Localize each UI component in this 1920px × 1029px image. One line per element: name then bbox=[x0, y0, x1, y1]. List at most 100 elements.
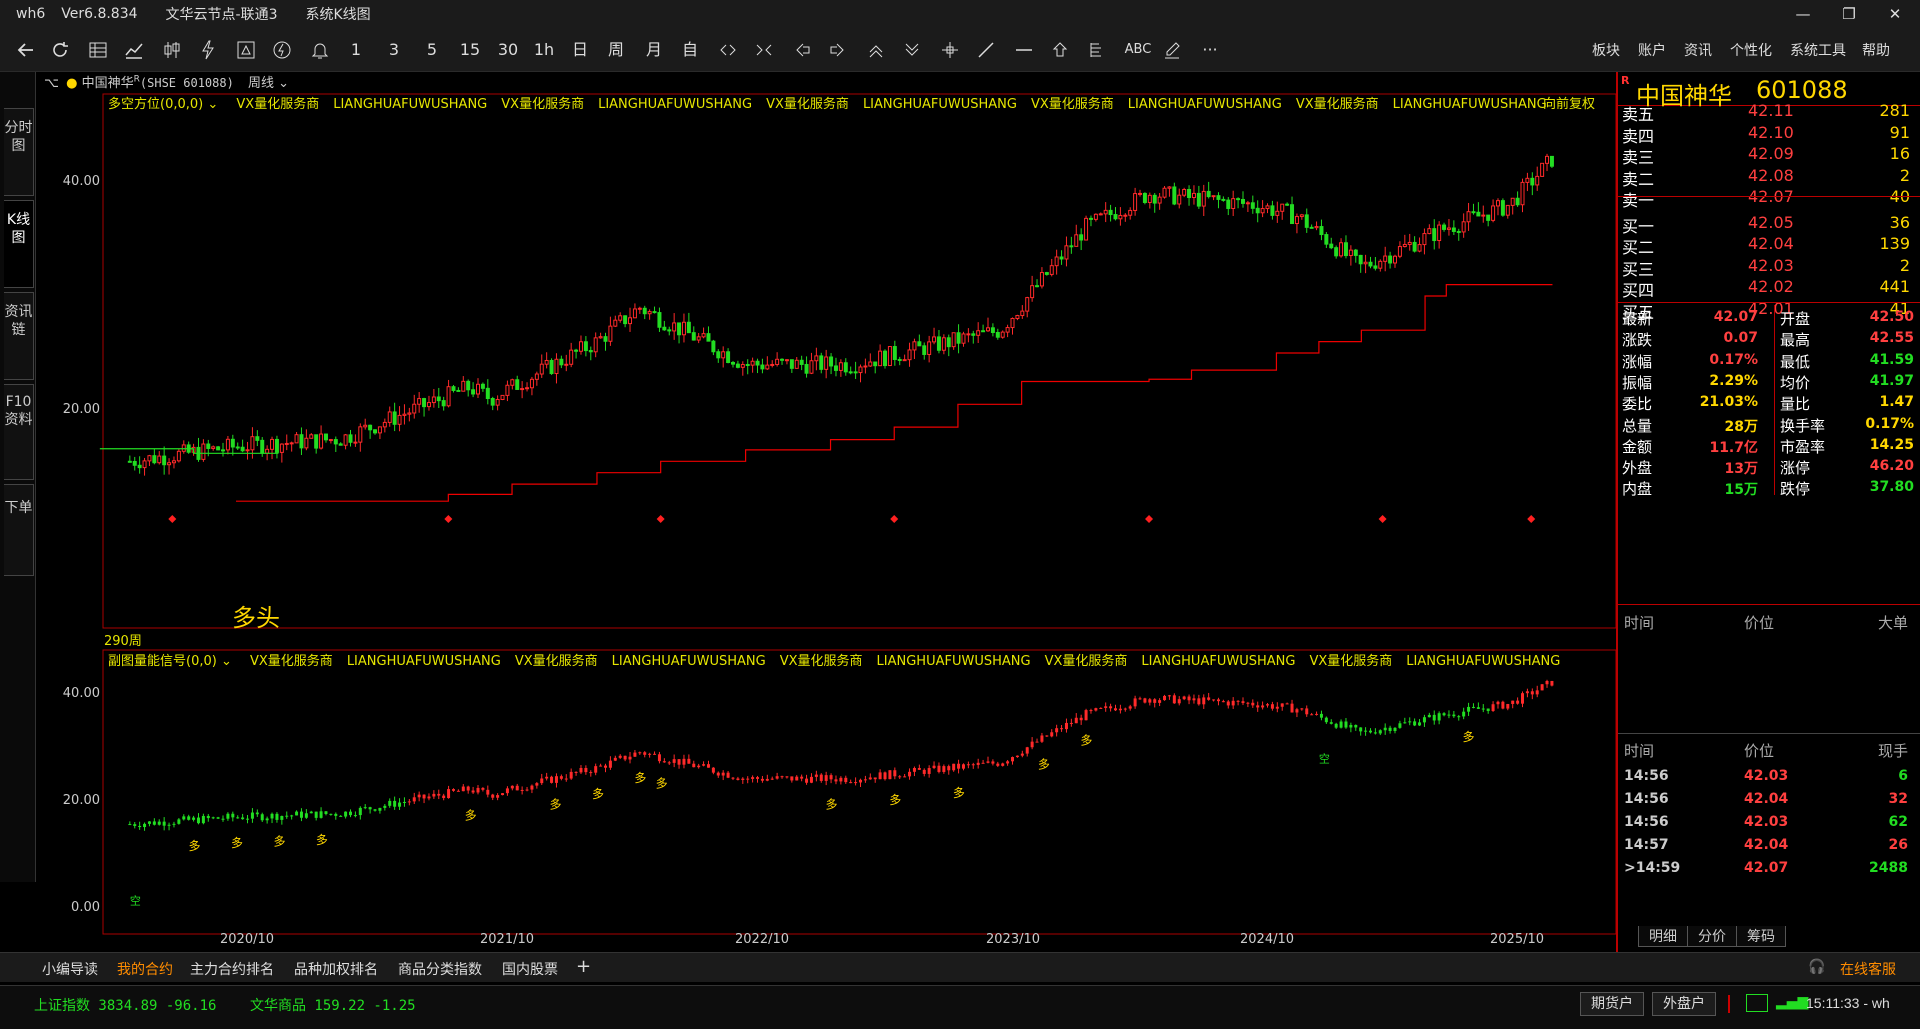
menu-sector[interactable]: 板块 bbox=[1592, 40, 1620, 60]
main-indicator-name[interactable]: 多空方位(0,0,0) ⌄ bbox=[108, 97, 218, 112]
tab-order[interactable]: 下单 bbox=[4, 484, 34, 576]
candle bbox=[750, 357, 755, 373]
chevron-down-icon[interactable] bbox=[898, 38, 926, 62]
tab-intraday[interactable]: 分时图 bbox=[4, 108, 34, 196]
period-1min[interactable]: 1 bbox=[342, 38, 370, 62]
btab-my-contracts[interactable]: 我的合约 bbox=[117, 959, 173, 979]
zoom-out-icon[interactable] bbox=[714, 38, 742, 62]
period-3min[interactable]: 3 bbox=[380, 38, 408, 62]
candle bbox=[838, 359, 843, 377]
table-icon[interactable] bbox=[84, 38, 112, 62]
foreign-account-button[interactable]: 外盘户 bbox=[1652, 992, 1716, 1016]
candle bbox=[1535, 166, 1540, 191]
tab-kline[interactable]: K线图 bbox=[4, 200, 34, 288]
candle bbox=[426, 395, 431, 411]
candle bbox=[1549, 155, 1554, 168]
tab-news-chain[interactable]: 资讯链 bbox=[4, 292, 34, 380]
tick-time: >14:59 bbox=[1624, 860, 1681, 876]
tab-chips[interactable]: 筹码 bbox=[1736, 926, 1786, 947]
main-watermark-text: VX量化服务商 bbox=[766, 97, 849, 112]
menu-news[interactable]: 资讯 bbox=[1684, 40, 1712, 60]
sub-candle bbox=[246, 814, 250, 824]
candle bbox=[1074, 224, 1079, 247]
period-week[interactable]: 周 bbox=[602, 38, 630, 62]
restore-button[interactable]: ❐ bbox=[1826, 2, 1872, 26]
candlestick-icon[interactable] bbox=[158, 38, 186, 62]
sub-candle bbox=[1427, 712, 1431, 718]
hline-icon[interactable] bbox=[1010, 38, 1038, 62]
add-tab-button[interactable]: + bbox=[576, 956, 591, 977]
btab-main-ranking[interactable]: 主力合约排名 bbox=[190, 959, 274, 979]
crosshair-icon[interactable] bbox=[936, 38, 964, 62]
sub-candle bbox=[741, 777, 745, 784]
period-30min[interactable]: 30 bbox=[494, 38, 522, 62]
period-month[interactable]: 月 bbox=[640, 38, 668, 62]
candle bbox=[1407, 233, 1412, 251]
lightning-icon[interactable] bbox=[268, 38, 296, 62]
draw-box-icon[interactable] bbox=[232, 38, 260, 62]
btab-weighted-ranking[interactable]: 品种加权排名 bbox=[294, 959, 378, 979]
candle bbox=[1432, 219, 1437, 250]
candle bbox=[211, 445, 216, 451]
minimize-button[interactable]: — bbox=[1780, 2, 1826, 26]
menu-help[interactable]: 帮助 bbox=[1862, 40, 1890, 60]
sub-candle bbox=[903, 773, 907, 778]
sub-candle bbox=[667, 760, 671, 765]
period-5min[interactable]: 5 bbox=[418, 38, 446, 62]
period-1h[interactable]: 1h bbox=[530, 38, 558, 62]
candle bbox=[559, 355, 564, 369]
fib-lines-icon[interactable] bbox=[1082, 38, 1110, 62]
headset-icon[interactable]: 🎧 bbox=[1808, 959, 1825, 975]
sub-candle bbox=[1521, 691, 1525, 708]
signal-label: 多头 bbox=[232, 604, 280, 632]
period-custom[interactable]: 自 bbox=[676, 38, 704, 62]
trendline-icon[interactable] bbox=[972, 38, 1000, 62]
ask-row[interactable]: 卖一 42.07 40 bbox=[1618, 184, 1920, 210]
text-tool[interactable]: ABC bbox=[1120, 38, 1156, 62]
btab-domestic-stocks[interactable]: 国内股票 bbox=[502, 959, 558, 979]
zoom-in-icon[interactable] bbox=[750, 38, 778, 62]
sub-candle bbox=[800, 774, 804, 782]
more-button[interactable]: ··· bbox=[1196, 38, 1224, 62]
flash-chart-icon[interactable] bbox=[194, 38, 222, 62]
settings-icon[interactable]: ⌥ bbox=[44, 76, 62, 91]
menu-account[interactable]: 账户 bbox=[1638, 40, 1666, 60]
futures-account-button[interactable]: 期货户 bbox=[1580, 992, 1644, 1016]
menu-personalize[interactable]: 个性化 bbox=[1730, 40, 1772, 60]
sub-candle bbox=[1216, 697, 1220, 706]
arrow-right-icon[interactable] bbox=[824, 38, 852, 62]
candle bbox=[431, 388, 436, 408]
candle bbox=[1152, 193, 1157, 213]
back-icon[interactable] bbox=[12, 38, 40, 62]
stat-value: 46.20 bbox=[1869, 458, 1914, 475]
period-selector[interactable]: 周线 ⌄ bbox=[248, 76, 289, 91]
sub-candle bbox=[501, 793, 505, 796]
kline-chart[interactable]: 多多多多多多多多 多多多多多多 多空空 bbox=[36, 72, 1616, 952]
period-15min[interactable]: 15 bbox=[456, 38, 484, 62]
chevron-up-icon[interactable] bbox=[862, 38, 890, 62]
adjust-mode[interactable]: 向前复权 bbox=[1543, 93, 1595, 112]
online-service[interactable]: 在线客服 bbox=[1840, 959, 1896, 979]
tab-detail[interactable]: 明细 bbox=[1638, 926, 1688, 947]
period-day[interactable]: 日 bbox=[566, 38, 594, 62]
tab-f10[interactable]: F10资料 bbox=[4, 384, 34, 480]
close-button[interactable]: ✕ bbox=[1872, 2, 1918, 26]
candle bbox=[966, 328, 971, 343]
status-bar: 上证指数 3834.89 -96.16 文华商品 159.22 -1.25 期货… bbox=[0, 985, 1920, 1029]
candle bbox=[422, 397, 427, 417]
arrow-left-icon[interactable] bbox=[788, 38, 816, 62]
sub-indicator-name[interactable]: 副图量能信号(0,0) ⌄ bbox=[108, 654, 232, 669]
candle bbox=[441, 396, 446, 411]
alarm-bell-icon[interactable] bbox=[306, 38, 334, 62]
line-chart-icon[interactable] bbox=[120, 38, 148, 62]
candle bbox=[1196, 185, 1201, 209]
btab-editor-guide[interactable]: 小编导读 bbox=[42, 959, 98, 979]
tab-price-dist[interactable]: 分价 bbox=[1687, 926, 1737, 947]
btab-commodity-index[interactable]: 商品分类指数 bbox=[398, 959, 482, 979]
brush-icon[interactable] bbox=[1158, 38, 1186, 62]
home-arrow-icon[interactable] bbox=[1046, 38, 1074, 62]
menu-system-tools[interactable]: 系统工具 bbox=[1790, 40, 1846, 60]
refresh-icon[interactable] bbox=[46, 38, 74, 62]
candle bbox=[333, 436, 338, 453]
tick-row[interactable]: >14:59 42.07 2488 bbox=[1618, 854, 1920, 882]
